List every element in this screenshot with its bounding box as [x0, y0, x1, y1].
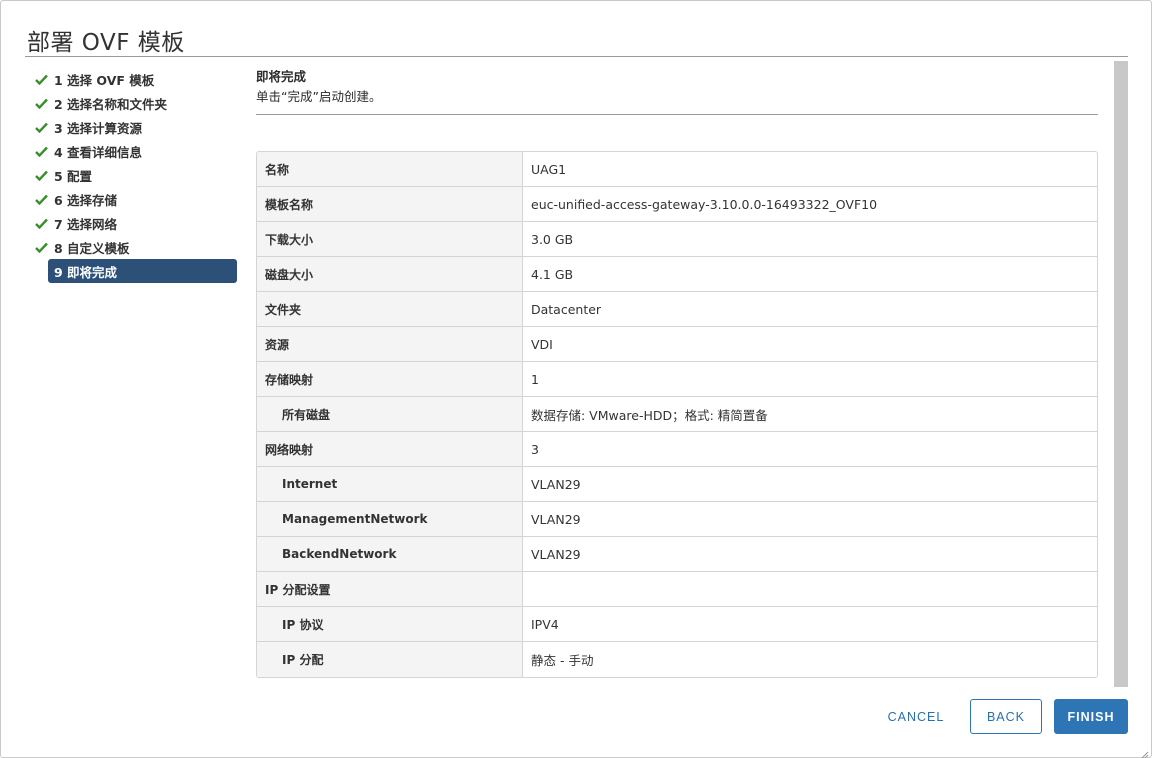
row-value: IPV4: [531, 616, 559, 632]
row-key: 网络映射: [257, 432, 523, 466]
content-divider: [256, 114, 1098, 115]
table-row: IP 分配 静态 - 手动: [257, 642, 1097, 677]
row-key: 模板名称: [257, 187, 523, 221]
wizard-steps: 1 选择 OVF 模板 2 选择名称和文件夹 3 选择计算资源 4 查看详细信息…: [31, 67, 241, 283]
step-4[interactable]: 4 查看详细信息: [31, 139, 241, 163]
row-key: 资源: [257, 327, 523, 361]
step-2[interactable]: 2 选择名称和文件夹: [31, 91, 241, 115]
table-row: 模板名称 euc-unified-access-gateway-3.10.0.0…: [257, 187, 1097, 222]
row-key: 磁盘大小: [257, 257, 523, 291]
back-button[interactable]: BACK: [970, 699, 1042, 734]
table-row: IP 分配设置: [257, 572, 1097, 607]
section-subtitle: 单击“完成”启动创建。: [256, 89, 382, 104]
section-title: 即将完成: [256, 69, 307, 84]
content-header: 即将完成 单击“完成”启动创建。: [256, 67, 1098, 115]
row-value: 3: [531, 441, 539, 457]
row-value: 4.1 GB: [531, 266, 574, 282]
row-key: BackendNetwork: [257, 537, 523, 571]
step-label: 7 选择网络: [54, 216, 118, 232]
step-label: 6 选择存储: [54, 192, 118, 208]
row-value: VLAN29: [531, 476, 581, 492]
table-row: 资源 VDI: [257, 327, 1097, 362]
check-icon: [34, 168, 48, 182]
table-row: IP 协议 IPV4: [257, 607, 1097, 642]
table-row: 磁盘大小 4.1 GB: [257, 257, 1097, 292]
step-label: 3 选择计算资源: [54, 120, 143, 136]
table-row: BackendNetwork VLAN29: [257, 537, 1097, 572]
step-label: 1 选择 OVF 模板: [54, 72, 155, 88]
check-icon: [34, 144, 48, 158]
check-icon: [34, 96, 48, 110]
row-value: VLAN29: [531, 511, 581, 527]
step-7[interactable]: 7 选择网络: [31, 211, 241, 235]
dialog-title: 部署 OVF 模板: [27, 30, 185, 56]
row-key: 文件夹: [257, 292, 523, 326]
step-label: 4 查看详细信息: [54, 144, 143, 160]
row-key: Internet: [257, 467, 523, 501]
row-key: IP 分配设置: [257, 572, 523, 606]
row-key: ManagementNetwork: [257, 502, 523, 536]
row-value: 1: [531, 371, 539, 387]
check-icon: [34, 216, 48, 230]
deploy-ovf-dialog: 部署 OVF 模板 1 选择 OVF 模板 2 选择名称和文件夹 3 选择计算资…: [0, 0, 1152, 758]
table-row: ManagementNetwork VLAN29: [257, 502, 1097, 537]
title-divider: [25, 56, 1128, 57]
check-icon: [34, 72, 48, 86]
step-label: 5 配置: [54, 168, 93, 184]
row-key: 所有磁盘: [257, 397, 523, 431]
table-row: 文件夹 Datacenter: [257, 292, 1097, 327]
row-value: UAG1: [531, 161, 567, 177]
row-value: [523, 572, 1097, 606]
step-5[interactable]: 5 配置: [31, 163, 241, 187]
row-value: euc-unified-access-gateway-3.10.0.0-1649…: [531, 196, 878, 212]
table-row: 网络映射 3: [257, 432, 1097, 467]
row-value: 静态 - 手动: [531, 653, 594, 668]
table-row: 名称 UAG1: [257, 152, 1097, 187]
row-key: IP 协议: [257, 607, 523, 641]
step-label: 8 自定义模板: [54, 240, 130, 256]
scrollbar-thumb[interactable]: [1114, 61, 1128, 687]
row-key: IP 分配: [257, 642, 523, 677]
finish-button[interactable]: FINISH: [1054, 699, 1128, 734]
row-value: Datacenter: [531, 301, 602, 317]
cancel-button[interactable]: CANCEL: [877, 699, 955, 734]
step-label: 2 选择名称和文件夹: [54, 96, 168, 112]
check-icon: [34, 240, 48, 254]
table-row: Internet VLAN29: [257, 467, 1097, 502]
row-value: 3.0 GB: [531, 231, 574, 247]
step-label: 9 即将完成: [54, 264, 118, 280]
check-icon: [34, 120, 48, 134]
resize-handle-icon[interactable]: [1139, 745, 1149, 758]
table-row: 存储映射 1: [257, 362, 1097, 397]
row-value: VDI: [531, 336, 553, 352]
row-key: 下载大小: [257, 222, 523, 256]
table-row: 下载大小 3.0 GB: [257, 222, 1097, 257]
step-3[interactable]: 3 选择计算资源: [31, 115, 241, 139]
row-key: 存储映射: [257, 362, 523, 396]
table-row: 所有磁盘 数据存储: VMware-HDD；格式: 精简置备: [257, 397, 1097, 432]
step-1[interactable]: 1 选择 OVF 模板: [31, 67, 241, 91]
step-9-active[interactable]: 9 即将完成: [48, 259, 237, 283]
step-8[interactable]: 8 自定义模板: [31, 235, 241, 259]
row-value: VLAN29: [531, 546, 581, 562]
check-icon: [34, 192, 48, 206]
row-key: 名称: [257, 152, 523, 186]
row-value: 数据存储: VMware-HDD；格式: 精简置备: [531, 407, 768, 423]
summary-table: 名称 UAG1 模板名称 euc-unified-access-gateway-…: [256, 151, 1098, 678]
step-6[interactable]: 6 选择存储: [31, 187, 241, 211]
